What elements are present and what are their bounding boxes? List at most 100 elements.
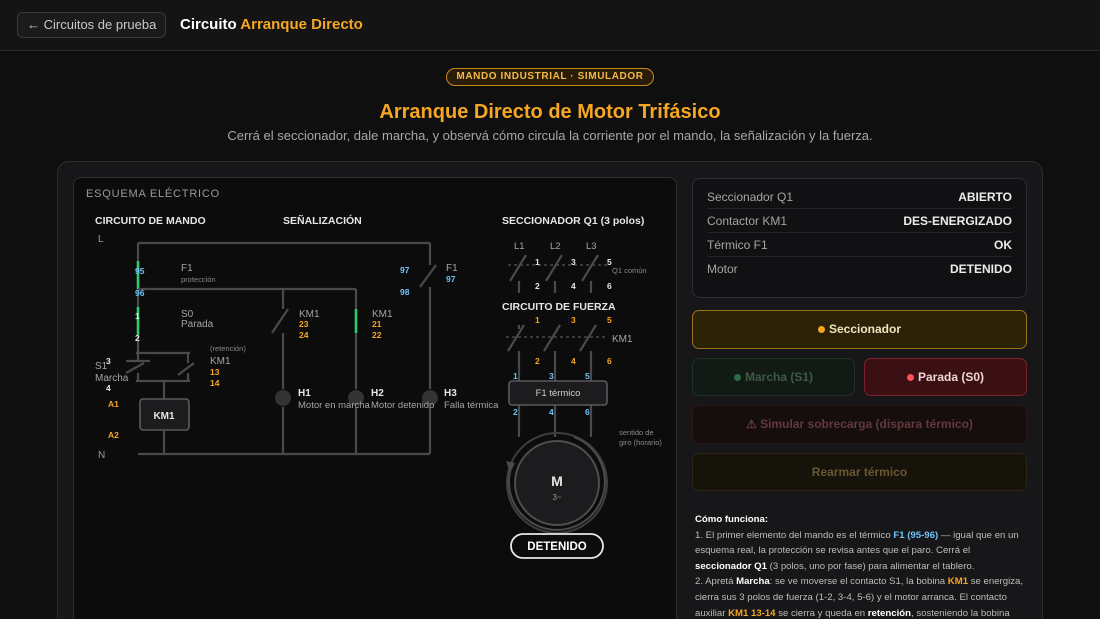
overload-button[interactable]: ⚠ Simular sobrecarga (dispara térmico) — [692, 405, 1027, 444]
q1-terminal-4: 4 — [571, 281, 576, 291]
thermal-terminal-4: 4 — [549, 407, 554, 417]
howto-text: se cierra y queda en — [775, 607, 868, 619]
q1-terminal-3: 3 — [571, 257, 576, 267]
km1-power-2-contact — [543, 324, 561, 352]
app-title: Circuito Arranque Directo — [180, 16, 363, 33]
h1-desc: Motor en marcha — [298, 400, 371, 411]
rail-n-label: N — [98, 450, 105, 461]
q1-common-note: Q1 común — [612, 266, 647, 275]
km1-power-terminal-2: 2 — [535, 356, 540, 366]
how-it-works-step-2: 2. Apretá Marcha: se ve moverse el conta… — [695, 574, 1025, 619]
thermal-terminal-6: 6 — [585, 407, 590, 417]
howto-highlight: KM1 13-14 — [728, 607, 776, 619]
section-senal-title: SEÑALIZACIÓN — [283, 214, 362, 227]
km1-power-label: KM1 — [612, 334, 633, 345]
km1-power-3-contact — [579, 324, 597, 352]
howto-text: 1. El primer elemento del mando es el té… — [695, 529, 894, 541]
q1-terminal-2: 2 — [535, 281, 540, 291]
howto-highlight: F1 (95-96) — [893, 529, 939, 541]
retention-note: (retención) — [210, 344, 246, 353]
km1-power-1-contact — [507, 324, 525, 352]
parada-button[interactable]: Parada (S0) — [864, 358, 1027, 396]
seccionador-dot-icon — [817, 326, 825, 333]
km1-power-terminal-3: 3 — [571, 315, 576, 325]
thermal-terminal-3: 3 — [549, 371, 554, 381]
how-it-works-step-1: 1. El primer elemento del mando es el té… — [695, 528, 1025, 575]
how-it-works: Cómo funciona: 1. El primer elemento del… — [695, 512, 1025, 619]
km1-no-terminal-23: 23 — [299, 319, 309, 329]
reset-thermal-button[interactable]: Rearmar térmico — [692, 453, 1027, 491]
howto-highlight: Marcha — [736, 576, 770, 588]
f1-terminal-96: 96 — [135, 288, 145, 298]
status-value: OK — [994, 237, 1012, 252]
km1-nc-terminal-22: 22 — [372, 330, 382, 340]
parada-label: Parada (S0) — [917, 370, 985, 384]
rotation-note-2: giro (horario) — [619, 438, 662, 447]
app-title-accent: Arranque Directo — [240, 16, 363, 33]
s1-terminal-4: 4 — [106, 383, 111, 393]
top-bar: ← Circuitos de prueba Circuito Arranque … — [0, 0, 1100, 51]
h3-label: H3 — [444, 388, 457, 399]
section-secc-title: SECCIONADOR Q1 (3 polos) — [502, 215, 644, 227]
status-panel: Seccionador Q1 ABIERTO Contactor KM1 DES… — [692, 178, 1027, 298]
f1-sig-terminal-97: 97 — [400, 265, 410, 275]
s1-desc: Marcha — [95, 373, 129, 384]
status-value: DETENIDO — [949, 262, 1012, 276]
howto-highlight: KM1 — [947, 576, 969, 588]
s1-terminal-3: 3 — [106, 356, 111, 366]
howto-text: : se ve moverse el contacto S1, la bobin… — [769, 576, 948, 588]
status-value: DES-ENERGIZADO — [903, 213, 1012, 228]
category-badge: MANDO INDUSTRIAL · SIMULADOR — [446, 68, 654, 86]
schematic-label: ESQUEMA ELÉCTRICO — [86, 188, 221, 200]
seccionador-button[interactable]: Seccionador — [692, 310, 1027, 349]
h2-label: H2 — [371, 388, 384, 399]
h2-desc: Motor detenido — [371, 400, 434, 411]
thermal-label: F1 térmico — [536, 388, 581, 399]
marcha-label: Marcha (S1) — [744, 370, 814, 384]
retention-km1-label: KM1 — [210, 356, 231, 367]
thermal-terminal-1: 1 — [513, 371, 518, 381]
page-title: Arranque Directo de Motor Trifásico — [379, 101, 721, 123]
status-row: Contactor KM1 DES-ENERGIZADO — [707, 209, 1012, 233]
h1-lamp — [275, 390, 291, 406]
q1-l1-label: L1 — [514, 241, 525, 252]
s1-contact — [125, 362, 145, 374]
q1-l2-contact — [545, 254, 563, 282]
s0-desc: Parada — [181, 319, 214, 330]
f1-terminal-95: 95 — [135, 266, 145, 276]
rail-l-label: L — [98, 234, 104, 245]
km1-power-terminal-4: 4 — [571, 356, 576, 366]
back-button[interactable]: ← Circuitos de prueba — [17, 12, 167, 38]
q1-l3-contact — [581, 254, 599, 282]
retention-terminal-13: 13 — [210, 367, 220, 377]
section-mando-title: CIRCUITO DE MANDO — [95, 215, 206, 227]
howto-highlight: seccionador Q1 — [695, 560, 767, 572]
f1-sig-label: F1 — [446, 263, 458, 274]
howto-highlight: retención — [867, 607, 911, 619]
f1-sig-contact — [419, 264, 437, 288]
km1-power-terminal-1: 1 — [535, 315, 540, 325]
page-subtitle: Cerrá el seccionador, dale marcha, y obs… — [227, 128, 873, 143]
km1-no-contact — [271, 308, 289, 334]
km1-hold-contact — [177, 362, 195, 376]
seccionador-label: Seccionador — [828, 322, 902, 336]
q1-l2-label: L2 — [550, 241, 561, 252]
status-key: Motor — [707, 262, 738, 276]
marcha-button[interactable]: Marcha (S1) — [692, 358, 855, 396]
f1-sig-terminal-98: 98 — [400, 287, 410, 297]
h1-label: H1 — [298, 388, 311, 399]
app-title-prefix: Circuito — [180, 16, 237, 33]
km1-no-terminal-24: 24 — [299, 330, 309, 340]
status-value: ABIERTO — [958, 189, 1012, 204]
coil-a2-label: A2 — [108, 430, 119, 440]
coil-label: KM1 — [153, 411, 175, 422]
km1-power-terminal-6: 6 — [607, 356, 612, 366]
km1-nc-terminal-21: 21 — [372, 319, 382, 329]
status-row: Motor DETENIDO — [707, 257, 1012, 281]
f1-desc: protección — [181, 275, 216, 284]
q1-l3-label: L3 — [586, 241, 597, 252]
motor-state-label: DETENIDO — [527, 541, 586, 553]
q1-terminal-6: 6 — [607, 281, 612, 291]
how-it-works-title: Cómo funciona: — [695, 514, 769, 525]
retention-terminal-14: 14 — [210, 378, 220, 388]
